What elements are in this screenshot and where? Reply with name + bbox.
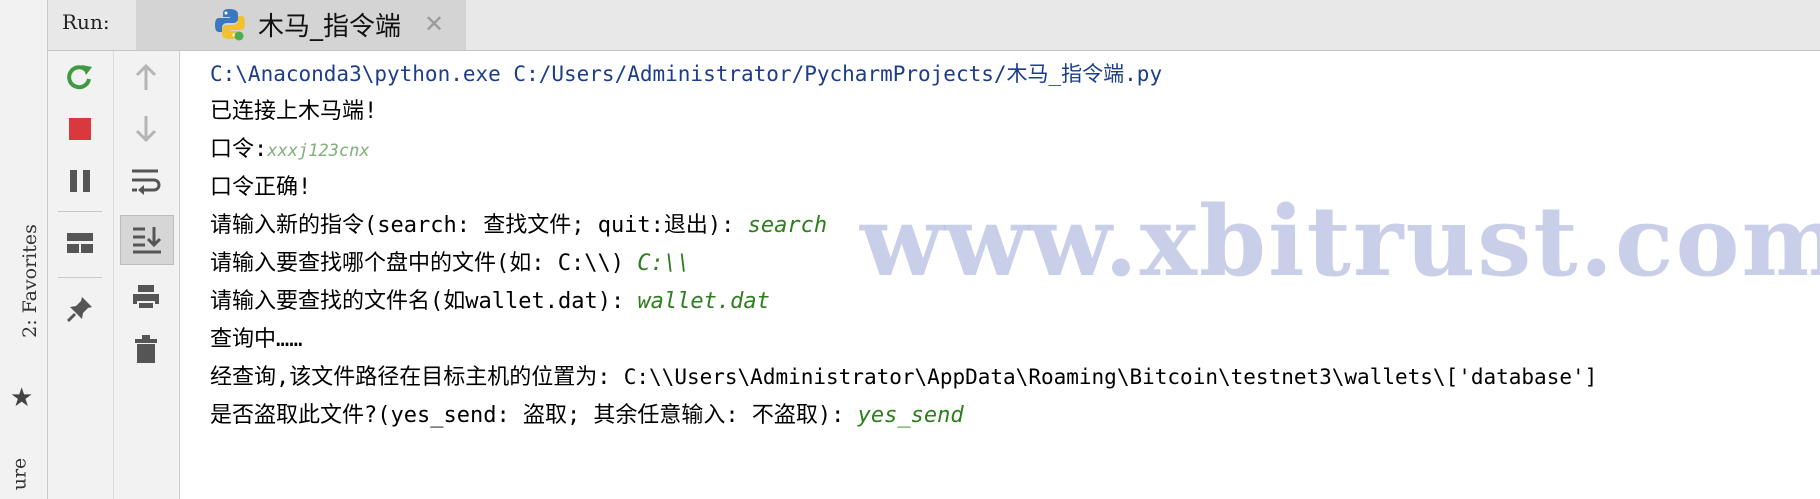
password-prompt: 口令:	[210, 137, 268, 162]
scroll-to-end-icon	[133, 227, 162, 254]
up-stack-button[interactable]	[124, 55, 168, 99]
favorites-tool-button[interactable]: 2: Favorites ★	[8, 200, 41, 413]
structure-label-fragment: ure	[8, 457, 31, 491]
console-line-password: 口令:xxxj123cnx	[210, 131, 370, 163]
tab-title: 木马_指令端	[258, 12, 402, 42]
pause-button[interactable]	[58, 159, 102, 203]
disk-prompt: 请输入要查找哪个盘中的文件(如: C:\\)	[210, 251, 624, 276]
layout-icon	[67, 233, 93, 253]
steal-input: yes_send	[857, 403, 964, 428]
run-label: Run:	[62, 10, 110, 34]
disk-input: C:\\	[637, 251, 691, 276]
print-button[interactable]	[124, 275, 168, 319]
console-line-searching: 查询中……	[210, 327, 303, 352]
rerun-icon	[67, 65, 92, 90]
run-toolbar-primary	[48, 51, 114, 499]
pause-icon	[70, 170, 90, 192]
scroll-to-end-button[interactable]	[120, 215, 174, 265]
result-path: C:\\Users\Administrator\AppData\Roaming\…	[623, 365, 1598, 389]
soft-wrap-button[interactable]	[124, 159, 168, 203]
soft-wrap-icon	[132, 169, 161, 195]
toolbar-separator	[58, 211, 102, 212]
console-line-file-prompt: 请输入要查找的文件名(如wallet.dat): wallet.dat	[210, 283, 770, 315]
pin-icon	[66, 297, 92, 323]
trash-icon	[135, 335, 157, 363]
console-line-password-ok: 口令正确!	[210, 175, 312, 200]
rerun-button[interactable]	[58, 55, 102, 99]
watermark: www.xbitrust.com	[860, 185, 1820, 298]
command-prompt: 请输入新的指令(search: 查找文件; quit:退出):	[210, 213, 735, 238]
password-input: xxxj123cnx	[267, 141, 370, 161]
command-line: C:\Anaconda3\python.exe C:/Users/Adminis…	[210, 62, 1163, 86]
arrow-up-icon	[135, 63, 157, 90]
close-icon[interactable]: ✕	[424, 10, 444, 38]
console-line-disk-prompt: 请输入要查找哪个盘中的文件(如: C:\\) C:\\	[210, 245, 690, 277]
pin-tab-button[interactable]	[58, 287, 102, 331]
tool-window-stripe: 2: Favorites ★ ure	[0, 0, 48, 499]
python-file-icon	[215, 9, 245, 41]
console-line-result: 经查询,该文件路径在目标主机的位置为: C:\\Users\Administra…	[210, 359, 1597, 391]
clear-all-button[interactable]	[124, 327, 168, 371]
run-tool-window-header: Run: 木马_指令端 ✕	[48, 0, 1820, 51]
arrow-down-icon	[135, 116, 157, 143]
structure-tool-button[interactable]: ure	[8, 455, 38, 495]
file-prompt: 请输入要查找的文件名(如wallet.dat):	[210, 289, 625, 314]
steal-prompt: 是否盗取此文件?(yes_send: 盗取; 其余任意输入: 不盗取):	[210, 403, 845, 428]
restore-layout-button[interactable]	[58, 221, 102, 265]
console-line-connected: 已连接上木马端!	[210, 99, 378, 124]
star-icon: ★	[10, 383, 34, 413]
console-line-command-prompt: 请输入新的指令(search: 查找文件; quit:退出): search	[210, 207, 827, 239]
print-icon	[133, 285, 159, 310]
down-stack-button[interactable]	[124, 107, 168, 151]
stop-button[interactable]	[58, 107, 102, 151]
stop-icon	[69, 118, 91, 140]
result-prefix: 经查询,该文件路径在目标主机的位置为:	[210, 365, 611, 390]
run-toolbar-secondary	[114, 51, 180, 499]
favorites-label: 2: Favorites	[19, 224, 41, 338]
console-line-steal-prompt: 是否盗取此文件?(yes_send: 盗取; 其余任意输入: 不盗取): yes…	[210, 397, 964, 429]
command-input: search	[747, 213, 828, 238]
toolbar-separator	[58, 277, 102, 278]
pycharm-run-panel: 2: Favorites ★ ure Run: 木马_指令端 ✕ C:\Anac…	[0, 0, 1820, 499]
file-input: wallet.dat	[637, 289, 770, 314]
